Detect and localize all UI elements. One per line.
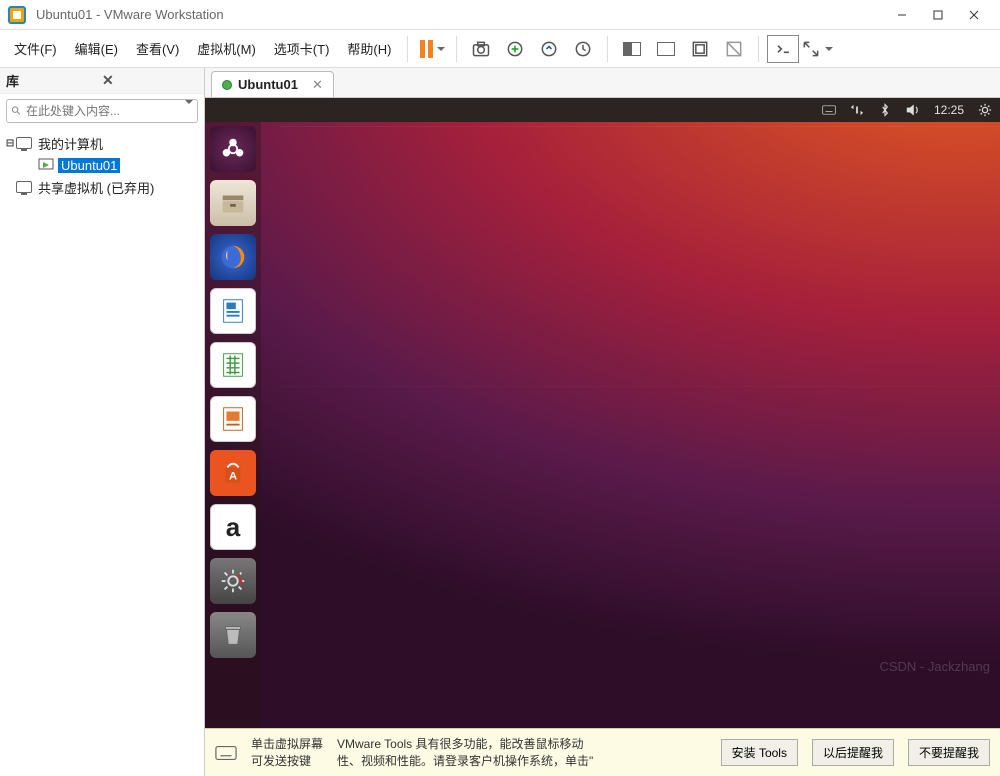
keyboard-icon	[215, 745, 237, 761]
tree-my-computer[interactable]: ⊟ 我的计算机	[4, 132, 200, 154]
search-icon	[11, 104, 22, 118]
install-tools-button[interactable]: 安装 Tools	[721, 739, 798, 766]
gear-icon[interactable]	[978, 103, 992, 117]
app-icon	[8, 6, 26, 24]
tree-label-shared: 共享虚拟机 (已弃用)	[38, 178, 154, 197]
launcher-settings[interactable]	[210, 558, 256, 604]
volume-icon[interactable]	[906, 103, 920, 117]
view-single-button[interactable]	[650, 35, 682, 63]
launcher-impress[interactable]	[210, 396, 256, 442]
launcher-writer[interactable]	[210, 288, 256, 334]
view-split-icon	[623, 42, 641, 56]
tools-message: VMware Tools 具有很多功能，能改善鼠标移动 性、视频和性能。请登录客…	[337, 736, 707, 768]
stretch-button[interactable]	[801, 35, 833, 63]
launcher-dash[interactable]	[210, 126, 256, 172]
tab-close-button[interactable]: ✕	[312, 77, 323, 93]
tree-label-my-computer: 我的计算机	[38, 134, 103, 153]
library-search-input[interactable]	[26, 104, 181, 118]
library-search[interactable]	[6, 99, 198, 123]
watermark: CSDN - Jackzhang	[879, 659, 990, 674]
computer-icon	[16, 137, 32, 149]
launcher-calc[interactable]	[210, 342, 256, 388]
expand-icon[interactable]: ⊟	[4, 136, 16, 151]
svg-text:A: A	[229, 471, 237, 483]
separator	[407, 36, 408, 62]
menu-edit[interactable]: 编辑(E)	[67, 35, 126, 62]
view-one-button[interactable]	[616, 35, 648, 63]
view-unity-button[interactable]	[718, 35, 750, 63]
snapshot-manager-button[interactable]	[567, 35, 599, 63]
vm-tab-ubuntu01[interactable]: Ubuntu01 ✕	[211, 71, 334, 97]
menu-file[interactable]: 文件(F)	[6, 35, 65, 62]
vm-tree: ⊟ 我的计算机 Ubuntu01 共享虚拟机 (已弃用)	[0, 128, 204, 202]
ubuntu-top-panel[interactable]: 12:25	[205, 98, 1000, 122]
vm-tabstrip: Ubuntu01 ✕	[205, 68, 1000, 98]
vmware-tools-hintbar: 单击虚拟屏幕 可发送按键 VMware Tools 具有很多功能，能改善鼠标移动…	[205, 728, 1000, 776]
unity-launcher: A a	[205, 122, 261, 728]
guest-display[interactable]: 12:25 A a CSDN - Jackzhang	[205, 98, 1000, 728]
menu-view[interactable]: 查看(V)	[128, 35, 187, 62]
separator	[607, 36, 608, 62]
tree-vm-ubuntu01[interactable]: Ubuntu01	[4, 154, 200, 176]
separator	[456, 36, 457, 62]
keyboard-indicator-icon[interactable]	[822, 103, 836, 117]
window-title: Ubuntu01 - VMware Workstation	[36, 7, 884, 22]
separator	[758, 36, 759, 62]
launcher-software[interactable]: A	[210, 450, 256, 496]
network-icon[interactable]	[850, 103, 864, 117]
menu-tabs[interactable]: 选项卡(T)	[266, 35, 338, 62]
library-panel: 库 ✕ ⊟ 我的计算机 Ubuntu01 共享虚拟机 (已弃用)	[0, 68, 205, 776]
vm-icon	[38, 158, 54, 172]
console-button[interactable]	[767, 35, 799, 63]
menu-help[interactable]: 帮助(H)	[339, 35, 399, 62]
tree-label-ubuntu01: Ubuntu01	[58, 158, 120, 173]
library-title: 库	[6, 71, 102, 90]
maximize-button[interactable]	[920, 3, 956, 27]
vm-running-icon	[222, 80, 232, 90]
ubuntu-wallpaper	[205, 98, 1000, 728]
library-close-button[interactable]: ✕	[102, 72, 198, 89]
dont-remind-button[interactable]: 不要提醒我	[908, 739, 990, 766]
shared-icon	[16, 181, 32, 193]
snapshot-button[interactable]	[465, 35, 497, 63]
launcher-files[interactable]	[210, 180, 256, 226]
minimize-button[interactable]	[884, 3, 920, 27]
launcher-trash[interactable]	[210, 612, 256, 658]
pause-vm-button[interactable]	[416, 35, 448, 63]
launcher-firefox[interactable]	[210, 234, 256, 280]
search-dropdown-icon[interactable]	[181, 104, 193, 119]
vm-tab-label: Ubuntu01	[238, 77, 298, 92]
tree-shared-vms[interactable]: 共享虚拟机 (已弃用)	[4, 176, 200, 198]
menu-vm[interactable]: 虚拟机(M)	[189, 35, 264, 62]
view-fullscreen-button[interactable]	[684, 35, 716, 63]
snapshot-revert-button[interactable]	[533, 35, 565, 63]
keyboard-hint: 单击虚拟屏幕 可发送按键	[251, 736, 323, 768]
bluetooth-icon[interactable]	[878, 103, 892, 117]
view-single-icon	[657, 42, 675, 56]
close-button[interactable]	[956, 3, 992, 27]
snapshot-take-button[interactable]	[499, 35, 531, 63]
launcher-amazon[interactable]: a	[210, 504, 256, 550]
clock[interactable]: 12:25	[934, 103, 964, 117]
remind-later-button[interactable]: 以后提醒我	[812, 739, 894, 766]
